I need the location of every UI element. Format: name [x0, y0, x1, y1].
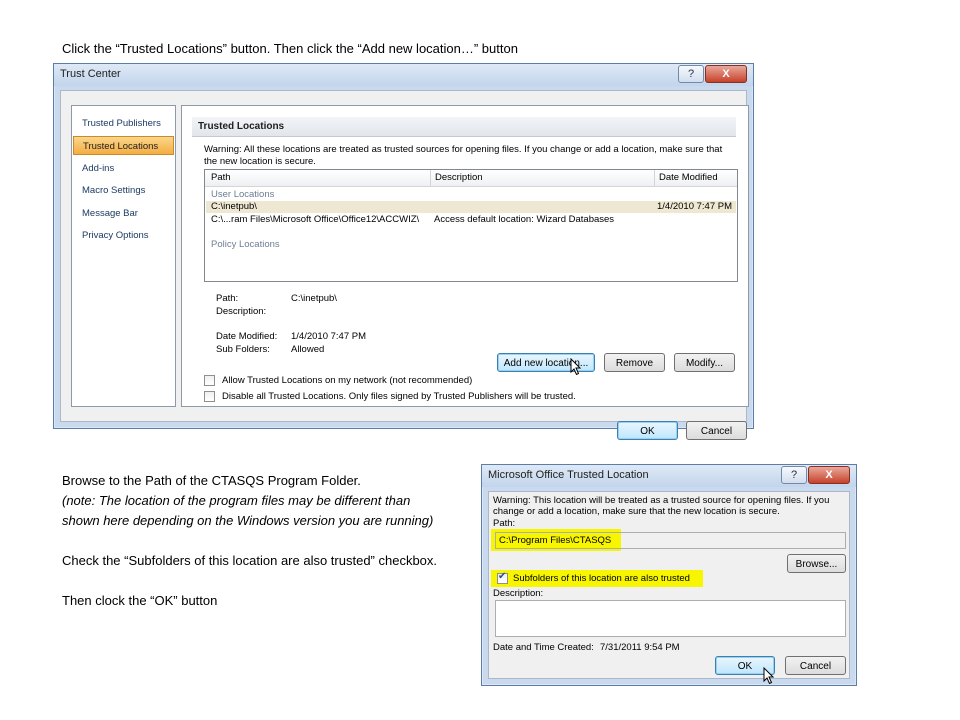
column-path[interactable]: Path: [211, 172, 231, 183]
instruction-check: Check the “Subfolders of this location a…: [62, 553, 438, 568]
dialog-client: Warning: This location will be treated a…: [488, 491, 850, 685]
table-row[interactable]: C:\...ram Files\Microsoft Office\Office1…: [206, 214, 736, 226]
cancel-button[interactable]: Cancel: [785, 656, 846, 675]
section-title: Trusted Locations: [192, 117, 736, 137]
disable-all-label[interactable]: Disable all Trusted Locations. Only file…: [222, 391, 576, 402]
path-input[interactable]: C:\Program Files\CTASQS: [495, 532, 846, 549]
detail-date-label: Date Modified:: [216, 331, 278, 342]
sidebar-item-add-ins[interactable]: Add-ins: [73, 159, 174, 178]
dialog-title: Microsoft Office Trusted Location: [488, 469, 649, 481]
column-divider: [654, 170, 655, 186]
row-date-modified: 1/4/2010 7:47 PM: [657, 201, 732, 212]
allow-network-checkbox[interactable]: [204, 375, 215, 386]
sidebar-item-message-bar[interactable]: Message Bar: [73, 204, 174, 223]
browse-button[interactable]: Browse...: [787, 554, 846, 573]
trust-center-titlebar: Trust Center ? X: [54, 64, 753, 86]
detail-path-value: C:\inetpub\: [291, 293, 337, 304]
description-input[interactable]: [495, 600, 846, 637]
detail-description-label: Description:: [216, 306, 267, 317]
sidebar-item-trusted-publishers[interactable]: Trusted Publishers: [73, 114, 174, 133]
detail-subfolders-label: Sub Folders:: [216, 344, 270, 355]
instruction-browse: Browse to the Path of the CTASQS Program…: [62, 473, 361, 488]
date-created-value: 7/31/2011 9:54 PM: [600, 642, 680, 653]
help-button[interactable]: ?: [678, 65, 704, 83]
remove-button[interactable]: Remove: [604, 353, 665, 372]
instruction-note: (note: The location of the program files…: [62, 493, 434, 528]
cancel-button[interactable]: Cancel: [686, 421, 747, 440]
list-header: Path Description Date Modified: [205, 170, 737, 187]
detail-subfolders-value: Allowed: [291, 344, 325, 355]
date-created-label: Date and Time Created:: [493, 642, 594, 653]
group-policy-locations: Policy Locations: [211, 239, 280, 250]
group-user-locations: User Locations: [211, 189, 275, 200]
table-row[interactable]: C:\inetpub\ 1/4/2010 7:47 PM: [206, 201, 736, 213]
trust-center-sidebar: Trusted Publishers Trusted Locations Add…: [71, 105, 176, 407]
column-description[interactable]: Description: [435, 172, 483, 183]
trusted-locations-pane: Trusted Locations Warning: All these loc…: [181, 105, 749, 407]
trust-center-window: Trust Center ? X Trusted Publishers Trus…: [53, 63, 754, 440]
trust-center-client: Trusted Publishers Trusted Locations Add…: [60, 90, 749, 440]
description-label: Description:: [493, 588, 544, 599]
instruction-block: Browse to the Path of the CTASQS Program…: [62, 471, 442, 611]
column-divider: [430, 170, 431, 186]
subfolders-label[interactable]: Subfolders of this location are also tru…: [513, 573, 690, 584]
modify-button[interactable]: Modify...: [674, 353, 735, 372]
allow-network-label[interactable]: Allow Trusted Locations on my network (n…: [222, 375, 472, 386]
column-date-modified[interactable]: Date Modified: [659, 172, 718, 183]
detail-date-value: 1/4/2010 7:47 PM: [291, 331, 366, 342]
close-button[interactable]: X: [808, 466, 850, 484]
sidebar-item-privacy-options[interactable]: Privacy Options: [73, 226, 174, 245]
disable-all-checkbox[interactable]: [204, 391, 215, 402]
dialog-warning: Warning: This location will be treated a…: [493, 495, 830, 517]
trust-center-title: Trust Center: [60, 68, 121, 80]
detail-path-label: Path:: [216, 293, 239, 304]
help-button[interactable]: ?: [781, 466, 807, 484]
trusted-location-dialog: Microsoft Office Trusted Location ? X Wa…: [481, 464, 857, 686]
subfolders-checkbox[interactable]: [497, 571, 508, 584]
sidebar-item-trusted-locations[interactable]: Trusted Locations: [73, 136, 174, 155]
row-path: C:\inetpub\: [211, 201, 257, 212]
trusted-locations-warning: Warning: All these locations are treated…: [204, 144, 723, 167]
row-description: Access default location: Wizard Database…: [434, 214, 615, 225]
dialog-titlebar: Microsoft Office Trusted Location ? X: [482, 465, 856, 487]
trusted-locations-list[interactable]: Path Description Date Modified User Loca…: [204, 169, 738, 282]
path-label: Path:: [493, 518, 516, 529]
instruction-ok: Then clock the “OK” button: [62, 593, 218, 608]
ok-button[interactable]: OK: [617, 421, 678, 440]
close-button[interactable]: X: [705, 65, 747, 83]
row-path: C:\...ram Files\Microsoft Office\Office1…: [211, 214, 420, 225]
instruction-top: Click the “Trusted Locations” button. Th…: [62, 41, 518, 56]
sidebar-item-macro-settings[interactable]: Macro Settings: [73, 181, 174, 200]
